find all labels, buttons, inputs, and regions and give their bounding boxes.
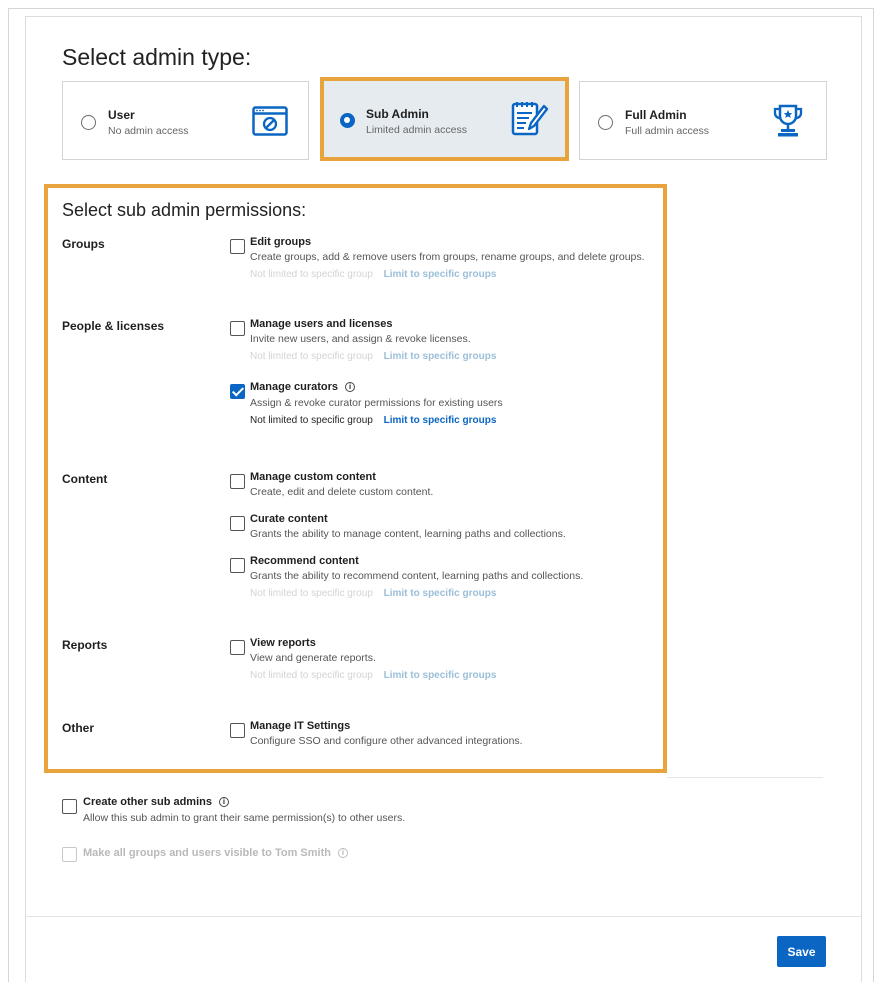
manage-users-desc: Invite new users, and assign & revoke li… [250, 333, 471, 345]
info-icon[interactable]: i [337, 848, 348, 858]
manage-curators-title-row: Manage curators i [250, 381, 356, 393]
admin-type-heading: Select admin type: [62, 44, 252, 70]
manage-curators-checkbox[interactable] [230, 384, 245, 399]
info-icon[interactable]: i [218, 797, 229, 807]
manage-it-settings-desc: Configure SSO and configure other advanc… [250, 735, 523, 747]
curate-content-title: Curate content [250, 513, 328, 525]
limit-groups-link[interactable]: Limit to specific groups [384, 351, 497, 362]
user-radio[interactable] [81, 115, 96, 130]
full-admin-option-title: Full Admin [625, 108, 687, 122]
user-option-title: User [108, 108, 135, 122]
limit-groups-link[interactable]: Limit to specific groups [384, 269, 497, 280]
scope-status: Not limited to specific group [250, 415, 373, 426]
limit-groups-link[interactable]: Limit to specific groups [384, 415, 497, 426]
manage-users-title: Manage users and licenses [250, 318, 393, 330]
manage-curators-title: Manage curators [250, 381, 339, 393]
manage-custom-content-desc: Create, edit and delete custom content. [250, 486, 434, 498]
admin-type-sub-admin-option[interactable]: Sub Admin Limited admin access [320, 77, 569, 161]
view-reports-desc: View and generate reports. [250, 652, 376, 664]
create-sub-admins-desc: Allow this sub admin to grant their same… [83, 812, 406, 824]
section-reports: Reports [62, 638, 108, 652]
create-sub-admins-title: Create other sub admins [83, 796, 212, 808]
full-admin-radio[interactable] [598, 115, 613, 130]
scope-status: Not limited to specific group [250, 670, 373, 681]
scope-status: Not limited to specific group [250, 269, 373, 280]
sub-admin-option-title: Sub Admin [366, 107, 429, 121]
user-option-subtitle: No admin access [108, 125, 189, 137]
section-people-licenses: People & licenses [62, 319, 165, 333]
recommend-content-desc: Grants the ability to recommend content,… [250, 570, 584, 582]
scope-status: Not limited to specific group [250, 351, 373, 362]
recommend-content-scope: Not limited to specific group Limit to s… [250, 588, 496, 599]
manage-curators-scope: Not limited to specific group Limit to s… [250, 415, 496, 426]
edit-groups-scope: Not limited to specific group Limit to s… [250, 269, 496, 280]
view-reports-scope: Not limited to specific group Limit to s… [250, 670, 496, 681]
section-content: Content [62, 472, 108, 486]
edit-groups-desc: Create groups, add & remove users from g… [250, 251, 645, 263]
manage-it-settings-title: Manage IT Settings [250, 720, 351, 732]
manage-custom-content-title: Manage custom content [250, 471, 376, 483]
manage-users-scope: Not limited to specific group Limit to s… [250, 351, 496, 362]
limit-groups-link[interactable]: Limit to specific groups [384, 588, 497, 599]
trophy-icon [773, 104, 803, 137]
recommend-content-title: Recommend content [250, 555, 359, 567]
edit-groups-title: Edit groups [250, 236, 312, 248]
sub-admin-option-subtitle: Limited admin access [366, 124, 467, 136]
sub-admin-radio[interactable] [340, 113, 355, 128]
curate-content-checkbox[interactable] [230, 516, 245, 531]
footer-divider [26, 916, 862, 917]
view-reports-checkbox[interactable] [230, 640, 245, 655]
scope-status: Not limited to specific group [250, 588, 373, 599]
curate-content-desc: Grants the ability to manage content, le… [250, 528, 566, 540]
admin-type-full-admin-option[interactable]: Full Admin Full admin access [579, 81, 827, 160]
permissions-heading: Select sub admin permissions: [62, 200, 307, 220]
visible-all-checkbox[interactable] [62, 847, 77, 862]
limit-groups-link[interactable]: Limit to specific groups [384, 670, 497, 681]
full-admin-option-subtitle: Full admin access [625, 125, 710, 137]
divider [667, 777, 823, 778]
edit-groups-checkbox[interactable] [230, 239, 245, 254]
manage-custom-content-checkbox[interactable] [230, 474, 245, 489]
create-sub-admins-title-row: Create other sub admins i [83, 796, 229, 808]
section-other: Other [62, 721, 95, 735]
manage-users-checkbox[interactable] [230, 321, 245, 336]
create-sub-admins-checkbox[interactable] [62, 799, 77, 814]
manage-it-settings-checkbox[interactable] [230, 723, 245, 738]
manage-curators-desc: Assign & revoke curator permissions for … [250, 397, 503, 409]
visible-all-title-row: Make all groups and users visible to Tom… [83, 847, 348, 859]
save-button[interactable]: Save [777, 936, 826, 967]
visible-all-title: Make all groups and users visible to Tom… [83, 847, 331, 859]
admin-type-user-option[interactable]: User No admin access [62, 81, 309, 160]
section-groups: Groups [62, 237, 105, 251]
recommend-content-checkbox[interactable] [230, 558, 245, 573]
notepad-edit-icon [511, 102, 549, 136]
info-icon[interactable]: i [345, 382, 356, 392]
view-reports-title: View reports [250, 637, 316, 649]
browser-blocked-icon [252, 106, 288, 136]
